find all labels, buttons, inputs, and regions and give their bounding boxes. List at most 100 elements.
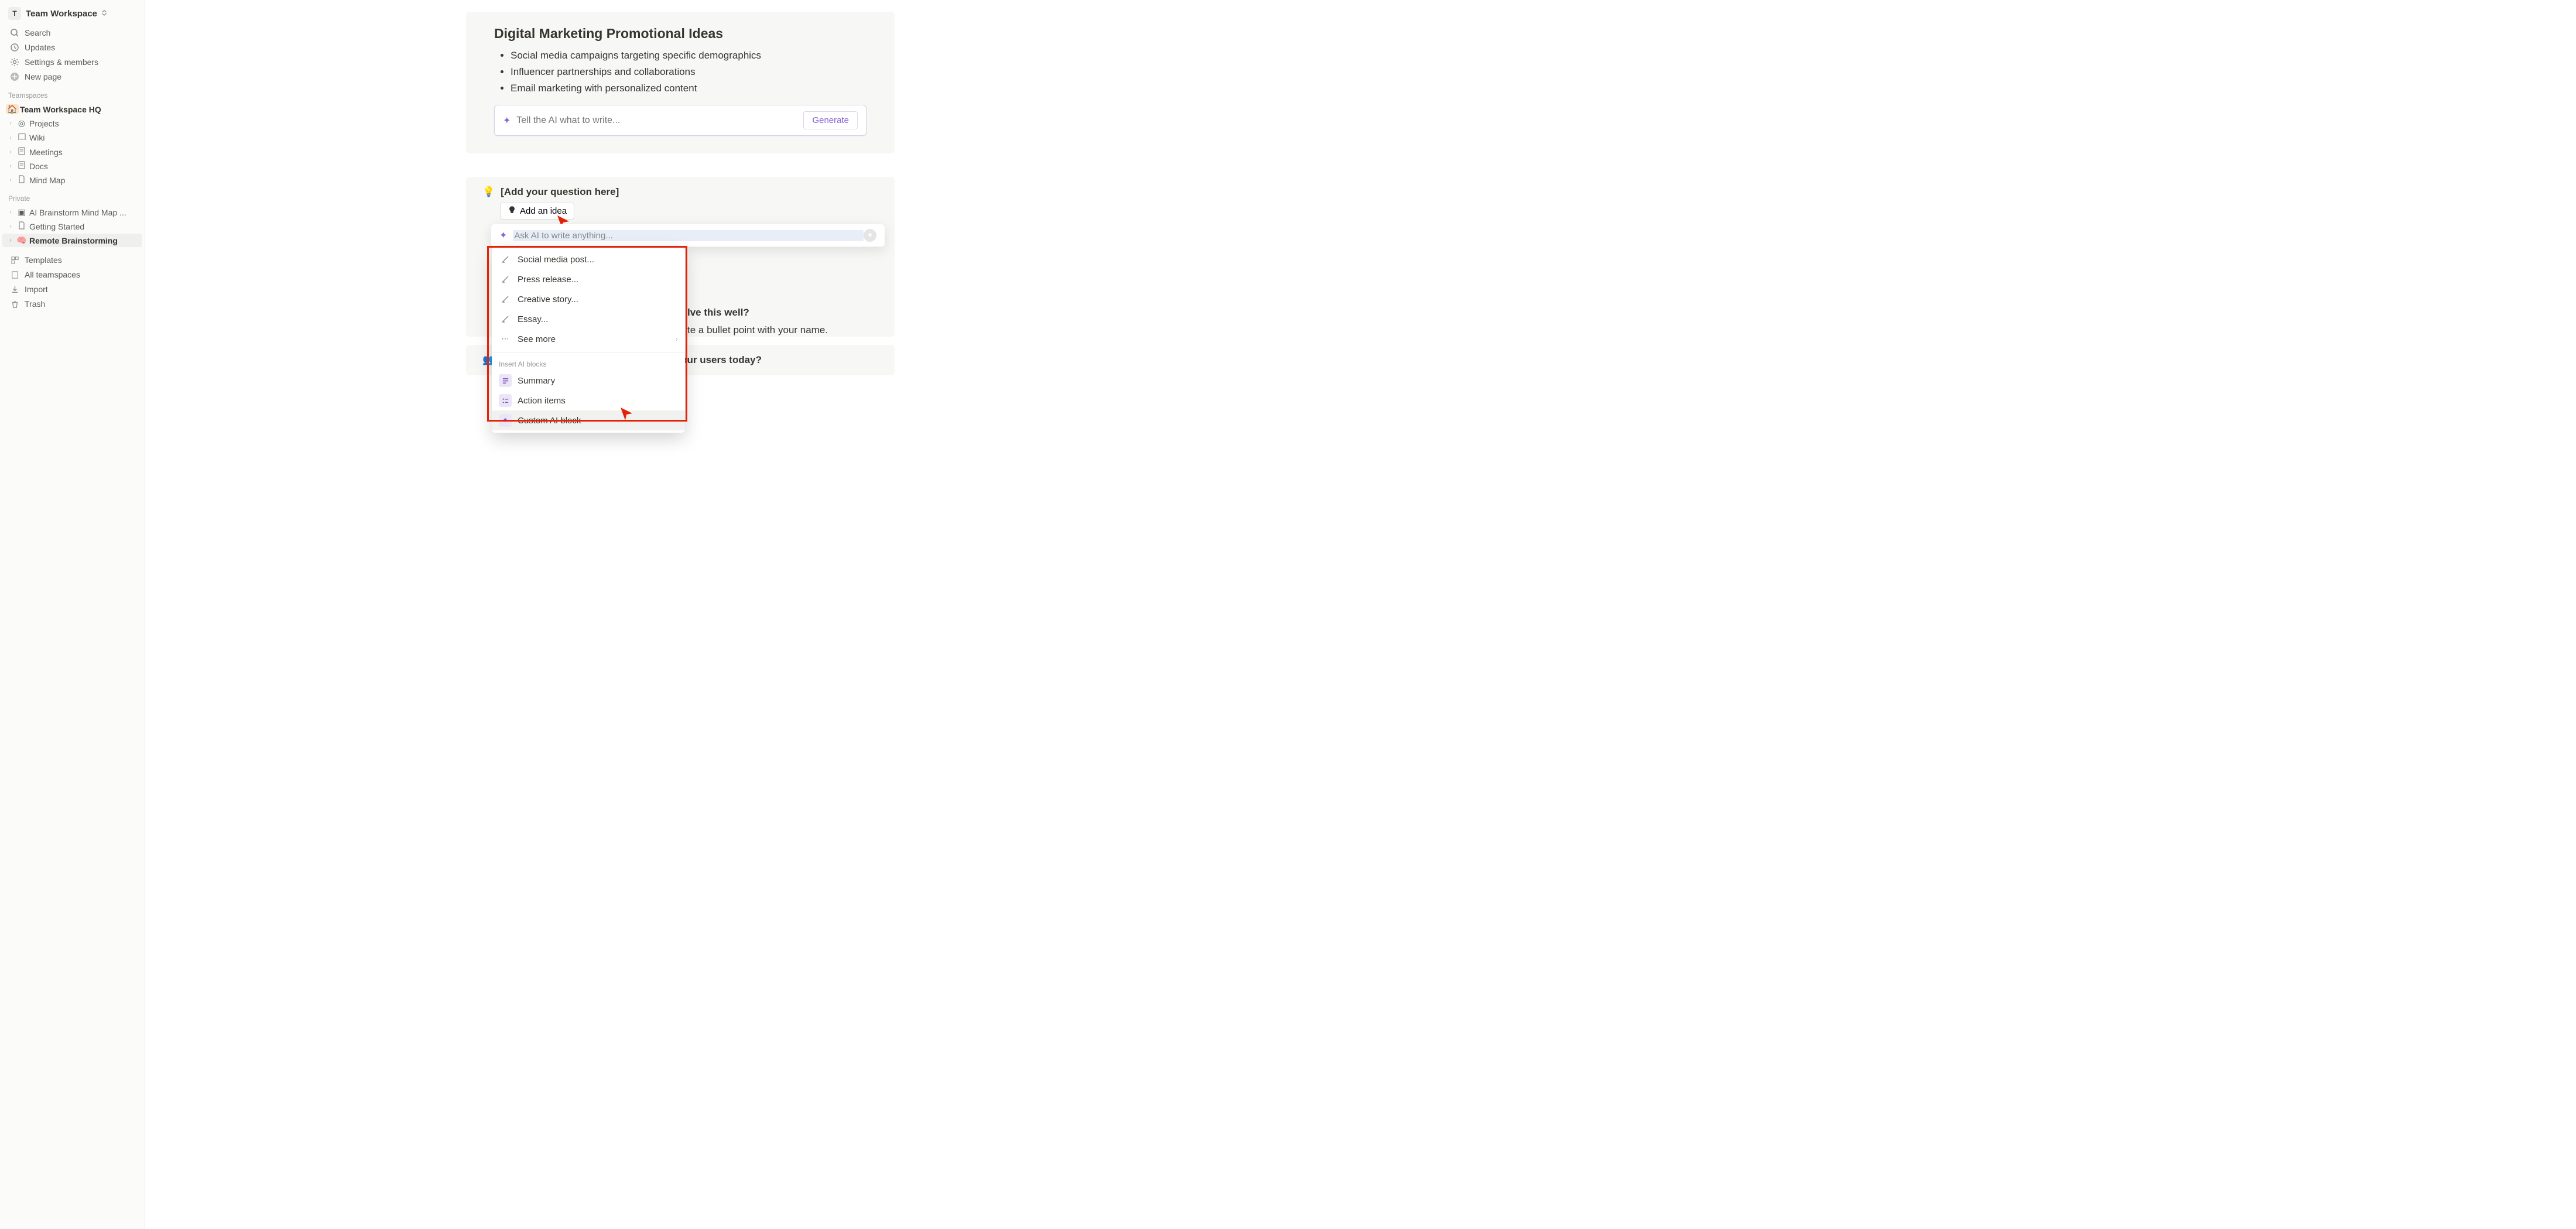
sidebar-item-getting-started[interactable]: › Getting Started [2,220,142,233]
dots-icon: ⋯ [499,333,512,345]
sidebar-item-mindmap[interactable]: › Mind Map [2,173,142,187]
dd-label: Custom AI block [518,416,581,426]
bulb-icon [508,206,516,217]
annotation-arrow-icon [618,405,635,422]
all-teamspaces-label: All teamspaces [25,270,80,279]
sidebar-item-wiki[interactable]: › Wiki [2,131,142,145]
sidebar-item-label: Projects [29,119,59,128]
sidebar-item-meetings[interactable]: › Meetings [2,145,142,159]
dd-label: Press release... [518,275,578,285]
dd-custom-ai-block[interactable]: ✦ Custom AI block [492,410,685,430]
gear-icon [8,57,21,67]
ai-prompt-input[interactable] [516,115,803,126]
ai-dropdown-menu: Social media post... Press release... Cr… [492,247,685,433]
book-icon [15,132,28,143]
sidebar-item-projects[interactable]: › ◎ Projects [2,117,142,130]
search-label: Search [25,28,50,37]
search-button[interactable]: Search [2,26,142,40]
sparkle-icon: ✦ [499,414,512,427]
page-icon [15,161,28,171]
dd-action-items[interactable]: Action items [492,391,685,410]
caret-icon[interactable]: › [6,177,15,183]
clock-icon [8,43,21,52]
sidebar-item-label: AI Brainstorm Mind Map ... [29,208,126,217]
sidebar-item-ai-brainstorm[interactable]: › ▣ AI Brainstorm Mind Map ... [2,206,142,219]
dd-label: See more [518,334,556,344]
all-teamspaces-button[interactable]: All teamspaces [2,268,142,282]
send-button[interactable] [864,229,876,242]
generate-button[interactable]: Generate [803,111,858,129]
pencil-icon [499,253,512,266]
question-callout: 💡 [Add your question here] Add an idea ✦ [466,177,895,337]
dd-summary[interactable]: Summary [492,371,685,391]
caret-icon[interactable]: › [6,237,15,244]
trash-button[interactable]: Trash [2,297,142,311]
updates-label: Updates [25,43,55,52]
updates-button[interactable]: Updates [2,40,142,54]
trash-label: Trash [25,299,45,309]
new-page-button[interactable]: New page [2,70,142,84]
dd-label: Action items [518,396,566,406]
caret-icon[interactable]: › [6,209,15,215]
sidebar-item-remote-brainstorming[interactable]: › 🧠 Remote Brainstorming [2,234,142,247]
workspace-name: Team Workspace [26,9,97,19]
sidebar-item-team-hq[interactable]: 🏠 Team Workspace HQ [2,102,142,116]
dd-see-more[interactable]: ⋯ See more › [492,329,685,349]
caret-icon[interactable]: › [6,135,15,141]
question-placeholder[interactable]: [Add your question here] [501,186,619,198]
sparkle-icon: ✦ [499,230,507,241]
pencil-icon [499,293,512,306]
trash-icon [8,300,21,309]
bullet-item: Influencer partnerships and collaboratio… [511,64,866,80]
import-label: Import [25,285,48,294]
settings-button[interactable]: Settings & members [2,55,142,69]
marketing-ideas-block: Digital Marketing Promotional Ideas Soci… [466,12,895,153]
dd-social-media-post[interactable]: Social media post... [492,249,685,269]
templates-icon [8,256,21,265]
lightbulb-icon: 💡 [482,186,495,198]
ai-write-box[interactable]: ✦ [491,224,885,247]
plus-circle-icon [8,72,21,81]
private-heading: Private [2,187,142,205]
dd-label: Essay... [518,314,548,324]
sidebar-item-label: Getting Started [29,222,84,231]
dd-label: Creative story... [518,295,578,304]
dd-creative-story[interactable]: Creative story... [492,289,685,309]
sidebar: T Team Workspace Search Updates Settings… [0,0,145,1229]
dd-section-heading: Insert AI blocks [492,357,685,371]
page-icon [15,221,28,231]
sidebar-item-label: Meetings [29,148,63,157]
bullet-item: Social media campaigns targeting specifi… [511,47,866,64]
caret-icon[interactable]: › [6,163,15,169]
marketing-bullets: Social media campaigns targeting specifi… [494,47,866,97]
sidebar-item-label: Docs [29,162,48,171]
new-page-label: New page [25,72,61,81]
building-icon [8,271,21,279]
sidebar-item-label: Team Workspace HQ [20,105,101,114]
sparkle-icon: ✦ [503,115,511,126]
main-content: Digital Marketing Promotional Ideas Soci… [145,0,2576,1229]
frame-icon: ▣ [15,207,28,217]
dd-press-release[interactable]: Press release... [492,269,685,289]
separator [492,352,685,353]
dd-label: Social media post... [518,255,594,265]
teamspaces-heading: Teamspaces [2,84,142,102]
ai-write-input[interactable] [513,230,864,241]
import-button[interactable]: Import [2,282,142,296]
ai-prompt-box[interactable]: ✦ Generate [494,105,866,136]
brain-icon: 🧠 [15,235,28,245]
summary-icon [499,374,512,387]
bullet-item: Email marketing with personalized conten… [511,80,866,97]
caret-icon[interactable]: › [6,223,15,230]
settings-label: Settings & members [25,57,98,67]
templates-button[interactable]: Templates [2,253,142,267]
workspace-switcher[interactable]: T Team Workspace [2,5,142,22]
caret-icon[interactable]: › [6,120,15,126]
caret-icon[interactable]: › [6,149,15,155]
sidebar-item-docs[interactable]: › Docs [2,159,142,173]
download-icon [8,285,21,294]
dd-essay[interactable]: Essay... [492,309,685,329]
target-icon: ◎ [15,118,28,128]
sidebar-item-label: Remote Brainstorming [29,236,118,245]
obscured-text: te a bullet point with your name. [687,324,828,336]
